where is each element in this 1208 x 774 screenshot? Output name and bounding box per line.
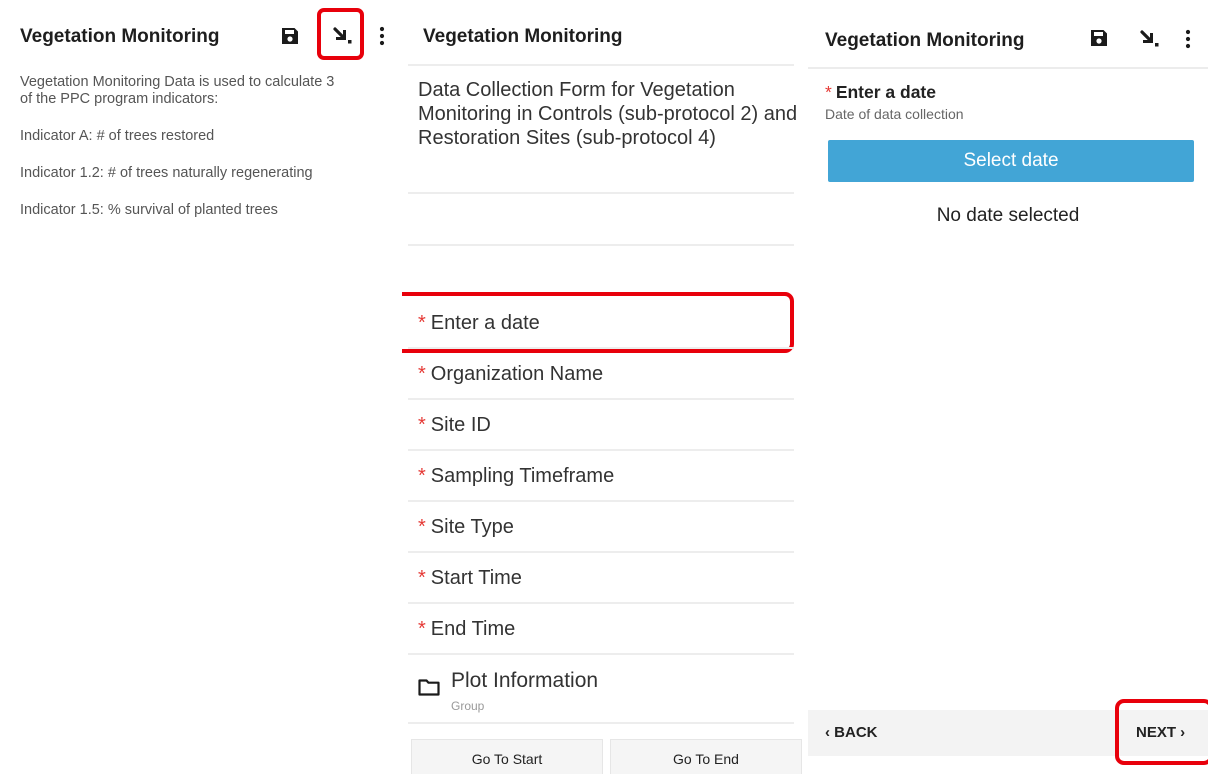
question-label: Organization Name <box>430 363 604 385</box>
required-marker: * <box>418 567 426 589</box>
required-marker: * <box>418 618 426 640</box>
go-to-start-button[interactable]: Go To Start <box>411 739 603 774</box>
divider <box>408 602 794 604</box>
required-marker: * <box>418 516 426 538</box>
folder-icon <box>418 678 440 696</box>
description-line: Indicator 1.2: # of trees naturally rege… <box>20 165 313 181</box>
question-label: * Enter a date <box>825 82 936 103</box>
question-row-start-time[interactable]: * Start Time <box>418 567 522 590</box>
divider <box>408 347 794 349</box>
question-label: Start Time <box>430 567 522 589</box>
required-marker: * <box>418 414 426 436</box>
divider <box>408 500 794 502</box>
required-marker: * <box>418 465 426 487</box>
highlight-box <box>1115 699 1208 765</box>
question-row-sampling-timeframe[interactable]: * Sampling Timeframe <box>418 465 614 488</box>
group-subtitle: Group <box>451 699 485 713</box>
highlight-box <box>317 8 364 60</box>
divider <box>408 722 794 724</box>
more-vert-icon[interactable] <box>378 25 386 47</box>
go-to-prompt-icon[interactable] <box>1138 28 1160 50</box>
divider <box>408 64 794 66</box>
description-line: Indicator 1.5: % survival of planted tre… <box>20 202 278 218</box>
select-date-button[interactable]: Select date <box>828 140 1194 182</box>
divider <box>808 67 1208 69</box>
app-title: Vegetation Monitoring <box>20 26 220 47</box>
hierarchy-app-bar: Vegetation Monitoring <box>402 0 802 70</box>
date-status: No date selected <box>936 205 1080 226</box>
app-title: Vegetation Monitoring <box>825 30 1025 51</box>
question-row-end-time[interactable]: * End Time <box>418 618 515 641</box>
question-label-text: Enter a date <box>835 82 936 102</box>
divider <box>408 398 794 400</box>
question-row-organization[interactable]: * Organization Name <box>418 363 603 386</box>
go-to-end-button[interactable]: Go To End <box>610 739 802 774</box>
form-intro: Data Collection Form for Vegetation Moni… <box>418 79 798 149</box>
save-icon[interactable] <box>280 26 300 46</box>
hierarchy-panel: Vegetation Monitoring Data Collection Fo… <box>402 0 802 774</box>
question-app-bar: Vegetation Monitoring <box>808 0 1208 70</box>
back-button[interactable]: ‹ BACK <box>825 724 878 741</box>
required-marker: * <box>825 82 832 102</box>
question-label: Sampling Timeframe <box>430 465 615 487</box>
question-label: Site ID <box>430 414 491 436</box>
divider <box>408 551 794 553</box>
question-panel: Vegetation Monitoring * Enter a date Date… <box>808 0 1208 774</box>
description-line: of the PPC program indicators: <box>20 91 219 107</box>
app-title: Vegetation Monitoring <box>423 26 623 47</box>
summary-app-bar: Vegetation Monitoring <box>0 0 392 70</box>
description-line: Vegetation Monitoring Data is used to ca… <box>20 74 335 90</box>
question-hint: Date of data collection <box>825 106 964 122</box>
divider <box>408 192 794 194</box>
description-line: Indicator A: # of trees restored <box>20 128 215 144</box>
question-label: Site Type <box>430 516 514 538</box>
required-marker: * <box>418 363 426 385</box>
highlight-box <box>402 292 794 353</box>
divider <box>408 449 794 451</box>
group-title[interactable]: Plot Information <box>451 669 598 693</box>
more-vert-icon[interactable] <box>1184 28 1192 50</box>
question-row-site-type[interactable]: * Site Type <box>418 516 514 539</box>
summary-panel: Vegetation Monitoring Vegetation Monitor… <box>0 0 392 774</box>
divider <box>408 244 794 246</box>
divider <box>408 653 794 655</box>
save-icon[interactable] <box>1089 28 1109 48</box>
question-label: End Time <box>430 618 516 640</box>
question-row-site-id[interactable]: * Site ID <box>418 414 491 437</box>
